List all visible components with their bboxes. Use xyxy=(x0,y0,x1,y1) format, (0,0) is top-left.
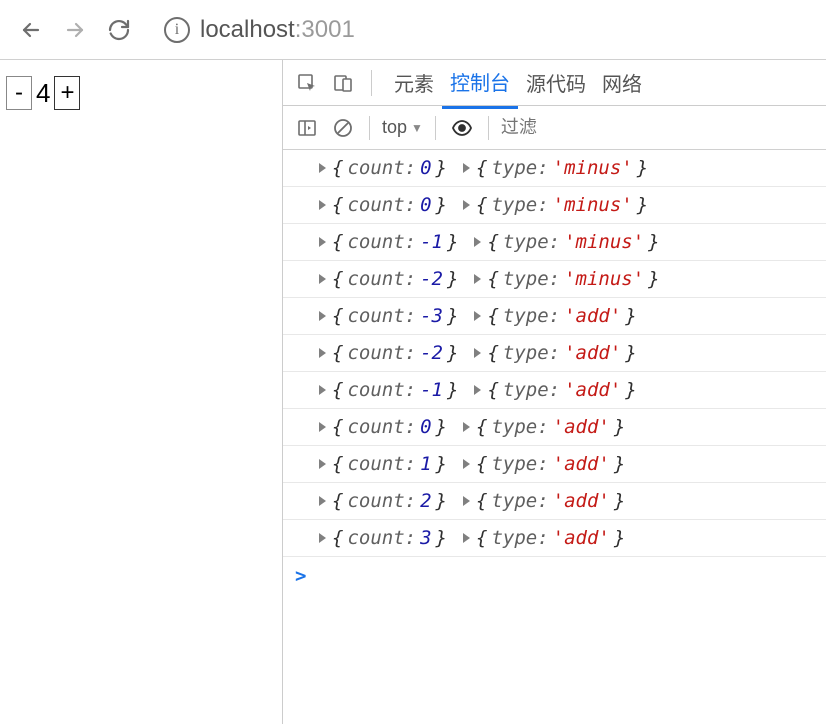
filter-input[interactable] xyxy=(501,117,826,138)
log-row[interactable]: {count: -1} {type: 'minus'} xyxy=(283,224,826,261)
url-port: :3001 xyxy=(295,16,355,43)
log-object-action[interactable]: {type: 'minus'} xyxy=(474,268,659,290)
log-object-action[interactable]: {type: 'minus'} xyxy=(463,194,648,216)
log-object-action[interactable]: {type: 'add'} xyxy=(463,527,625,549)
toolbar-divider xyxy=(371,70,372,96)
device-toggle-icon[interactable] xyxy=(329,69,357,97)
devtools-tab-bar: 元素控制台源代码网络 xyxy=(283,60,826,106)
log-row[interactable]: {count: -2} {type: 'minus'} xyxy=(283,261,826,298)
log-object-action[interactable]: {type: 'add'} xyxy=(463,490,625,512)
log-row[interactable]: {count: 0} {type: 'minus'} xyxy=(283,187,826,224)
back-button[interactable] xyxy=(16,15,46,45)
log-object-state[interactable]: {count: -2} xyxy=(319,342,458,364)
console-toolbar: top ▼ xyxy=(283,106,826,150)
counter-value: 4 xyxy=(34,78,52,109)
log-object-state[interactable]: {count: -1} xyxy=(319,231,458,253)
log-object-state[interactable]: {count: -1} xyxy=(319,379,458,401)
console-prompt[interactable]: > xyxy=(283,557,826,595)
toolbar-divider xyxy=(488,116,489,140)
sidebar-toggle-icon[interactable] xyxy=(293,114,321,142)
main-area: - 4 + 元素控制台源代码网络 to xyxy=(0,60,826,724)
toolbar-divider xyxy=(369,116,370,140)
decrement-button[interactable]: - xyxy=(6,76,32,110)
log-object-action[interactable]: {type: 'add'} xyxy=(474,379,636,401)
log-object-action[interactable]: {type: 'add'} xyxy=(474,305,636,327)
tab-3[interactable]: 网络 xyxy=(594,58,650,107)
log-row[interactable]: {count: -3} {type: 'add'} xyxy=(283,298,826,335)
log-object-action[interactable]: {type: 'add'} xyxy=(474,342,636,364)
log-object-state[interactable]: {count: 2} xyxy=(319,490,447,512)
address-bar[interactable]: i localhost:3001 xyxy=(164,16,355,44)
clear-console-icon[interactable] xyxy=(329,114,357,142)
tab-2[interactable]: 源代码 xyxy=(518,58,594,107)
counter-widget: - 4 + xyxy=(6,76,276,110)
log-object-state[interactable]: {count: 0} xyxy=(319,157,447,179)
log-object-action[interactable]: {type: 'minus'} xyxy=(474,231,659,253)
log-object-action[interactable]: {type: 'add'} xyxy=(463,453,625,475)
increment-button[interactable]: + xyxy=(54,76,80,110)
chevron-down-icon: ▼ xyxy=(411,121,423,135)
page-content: - 4 + xyxy=(0,60,282,724)
log-row[interactable]: {count: -1} {type: 'add'} xyxy=(283,372,826,409)
url-host: localhost xyxy=(200,16,295,43)
log-object-action[interactable]: {type: 'minus'} xyxy=(463,157,648,179)
toolbar-divider xyxy=(435,116,436,140)
log-object-action[interactable]: {type: 'add'} xyxy=(463,416,625,438)
log-row[interactable]: {count: 2} {type: 'add'} xyxy=(283,483,826,520)
log-object-state[interactable]: {count: 3} xyxy=(319,527,447,549)
inspect-icon[interactable] xyxy=(293,69,321,97)
log-row[interactable]: {count: 3} {type: 'add'} xyxy=(283,520,826,557)
browser-toolbar: i localhost:3001 xyxy=(0,0,826,60)
log-row[interactable]: {count: -2} {type: 'add'} xyxy=(283,335,826,372)
log-row[interactable]: {count: 0} {type: 'minus'} xyxy=(283,150,826,187)
context-label: top xyxy=(382,117,407,138)
info-icon[interactable]: i xyxy=(164,17,190,43)
log-object-state[interactable]: {count: -3} xyxy=(319,305,458,327)
forward-button[interactable] xyxy=(60,15,90,45)
context-selector[interactable]: top ▼ xyxy=(382,117,423,138)
devtools-panel: 元素控制台源代码网络 top ▼ {count: 0} {type: 'minus… xyxy=(282,60,826,724)
eye-icon[interactable] xyxy=(448,114,476,142)
log-object-state[interactable]: {count: -2} xyxy=(319,268,458,290)
reload-button[interactable] xyxy=(104,15,134,45)
tab-1[interactable]: 控制台 xyxy=(442,57,518,109)
tab-0[interactable]: 元素 xyxy=(386,58,442,107)
log-object-state[interactable]: {count: 1} xyxy=(319,453,447,475)
log-row[interactable]: {count: 1} {type: 'add'} xyxy=(283,446,826,483)
log-object-state[interactable]: {count: 0} xyxy=(319,194,447,216)
log-row[interactable]: {count: 0} {type: 'add'} xyxy=(283,409,826,446)
log-object-state[interactable]: {count: 0} xyxy=(319,416,447,438)
console-log: {count: 0} {type: 'minus'} {count: 0} {type… xyxy=(283,150,826,724)
